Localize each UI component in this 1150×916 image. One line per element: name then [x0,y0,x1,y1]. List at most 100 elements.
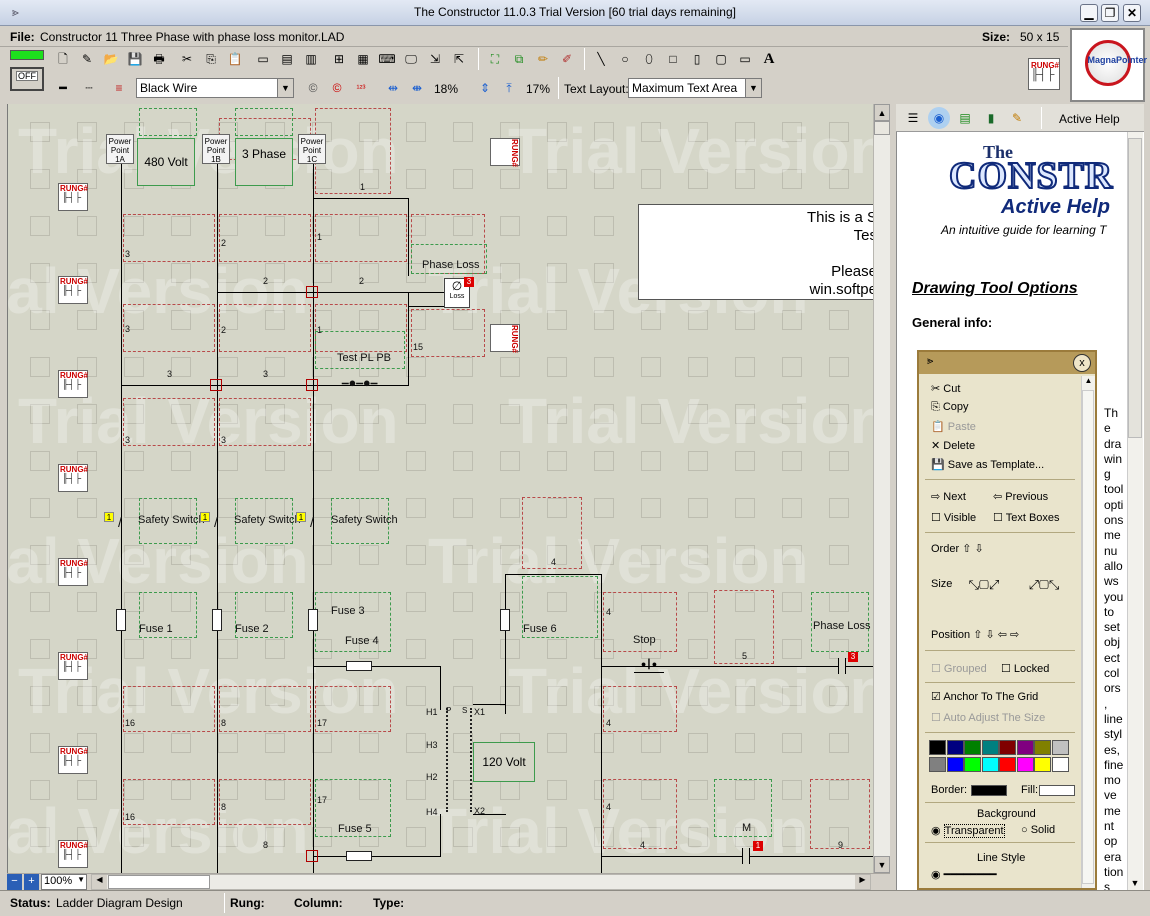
previous-item[interactable]: ⇦ Previous [993,490,1048,503]
rung-marker-vertical[interactable]: RUNG# [490,324,520,353]
help-info-icon[interactable]: ◉ [928,107,950,129]
minimize-button[interactable]: ▁ [1080,4,1098,22]
line-tool-icon[interactable]: ╲ [590,48,612,70]
line-dotted-icon[interactable]: ┈ [78,77,100,99]
layout-2-icon[interactable]: ▤ [276,48,298,70]
rung-marker[interactable]: RUNG# ╟┤├ [58,840,88,868]
transparent-radio[interactable]: ◉ Transparent [931,824,1005,838]
import-icon[interactable]: ⇱ [448,48,470,70]
off-button[interactable]: OFF [10,67,44,91]
trial-notice-box[interactable]: This is a S Tes Please win.softpe [638,204,873,300]
fuse-5-symbol[interactable] [346,851,372,861]
panel-close-icon[interactable]: x [1073,354,1091,372]
cell-box[interactable] [219,214,311,262]
fill-color-swatch[interactable] [1039,785,1075,796]
cell-box[interactable] [315,214,407,262]
help-scrollbar[interactable]: ▼ [1127,132,1143,890]
canvas-vertical-scrollbar[interactable]: ▲ ▼ [873,104,890,873]
rung-marker[interactable]: RUNG# ╟┤├ [58,183,88,211]
line-style-solid-radio[interactable]: ◉ ━━━━━━━━ [931,868,997,881]
pencil-icon[interactable]: ✏ [532,48,554,70]
switch-symbol[interactable]: / [310,514,314,530]
square-tool-icon[interactable]: ▢ [710,48,732,70]
cell-box[interactable] [139,108,197,136]
help-edit-icon[interactable]: ✎ [1006,107,1028,129]
stop-button-symbol[interactable]: ●┃● [634,659,664,673]
cell-box[interactable] [123,214,215,262]
power-point-1b[interactable]: Power Point 1B [202,134,230,164]
solid-radio[interactable]: ○ Solid [1021,824,1055,836]
m-contact-symbol[interactable] [742,848,750,864]
cut-item[interactable]: ✂ Cut [931,382,960,395]
rung-marker[interactable]: RUNG# ╟┤├ [58,652,88,680]
next-item[interactable]: ⇨ Next [931,490,966,503]
print-icon[interactable]: 🖶 [148,48,170,70]
eraser-pencil-icon[interactable]: ✐ [556,48,578,70]
locked-checkbox[interactable]: ☐ Locked [1001,662,1049,675]
ladder-canvas[interactable]: Trial Version Trial Version Trial Versio… [7,104,873,873]
cell-box[interactable] [219,686,311,732]
palette-swatch[interactable] [1016,757,1034,772]
help-page-icon[interactable]: ▤ [954,107,976,129]
canvas-horizontal-scrollbar[interactable]: ◀ ▶ [91,874,871,890]
cut-icon[interactable]: ✂ [176,48,198,70]
palette-swatch[interactable] [946,740,964,755]
border-color-swatch[interactable] [971,785,1007,796]
grouped-checkbox[interactable]: ☐ Grouped [931,662,987,675]
fuse-3-symbol[interactable] [308,609,318,631]
open-folder-icon[interactable]: 📂 [100,48,122,70]
wire-type-select[interactable]: Black Wire ▼ [136,78,294,98]
rung-marker-vertical[interactable]: RUNG# [490,138,520,167]
cell-box[interactable] [219,304,311,352]
voltage-480-box[interactable]: 480 Volt [137,138,195,186]
transformer-symbol[interactable] [446,708,472,812]
palette-swatch[interactable] [1034,757,1051,772]
copyright-gray-icon[interactable]: © [302,77,324,99]
auto-adjust-checkbox[interactable]: ☐ Auto Adjust The Size [931,711,1045,724]
table-icon[interactable]: ▦ [352,48,374,70]
palette-swatch[interactable] [929,757,946,772]
rounded-rect-tool-icon[interactable]: ▯ [686,48,708,70]
copy-icon[interactable]: ⎘ [200,48,222,70]
cell-box[interactable] [810,779,870,849]
layout-1-icon[interactable]: ▭ [252,48,274,70]
voltage-120-box[interactable]: 120 Volt [473,742,535,782]
help-book-icon[interactable]: ▮ [980,107,1002,129]
size-shrink-icon[interactable]: ⤢▢⤡ [1021,562,1067,608]
rung-marker[interactable]: RUNG# ╟┤├ [58,746,88,774]
cell-box[interactable] [315,108,391,194]
close-button[interactable]: ✕ [1123,4,1141,22]
position-left-icon[interactable]: ⇦ [998,629,1007,641]
cell-box[interactable] [219,779,311,825]
paste-item[interactable]: 📋 Paste [931,420,976,433]
visible-checkbox[interactable]: ☐ Visible [931,511,976,524]
palette-swatch[interactable] [999,740,1016,755]
position-down-icon[interactable]: ⇩ [985,629,994,641]
size-grow-icon[interactable]: ⤡▢⤢ [961,562,1007,608]
rung-marker[interactable]: RUNG# ╟┤├ [58,276,88,304]
fuse-2-symbol[interactable] [212,609,222,631]
order-down-icon[interactable]: ⇩ [974,543,983,555]
expand-vertical-icon[interactable]: ⇕ [474,77,496,99]
paste-icon[interactable]: 📋 [224,48,246,70]
zoom-in-button[interactable]: + [24,874,39,890]
monitor-icon[interactable]: 🖵 [400,48,422,70]
cell-box[interactable] [235,108,293,136]
palette-swatch[interactable] [981,757,999,772]
numbering-icon[interactable]: ¹²³ [350,77,372,99]
rung-marker[interactable]: RUNG# ╟┤├ [58,558,88,586]
rung-marker[interactable]: RUNG# ╟┤├ [58,464,88,492]
cell-box[interactable] [219,398,311,446]
palette-swatch[interactable] [946,757,964,772]
cell-box[interactable] [603,779,677,849]
wire-color-icon[interactable]: ≡ [108,77,130,99]
fuse-4-symbol[interactable] [346,661,372,671]
palette-swatch[interactable] [1051,757,1069,772]
copyright-red-icon[interactable]: © [326,77,348,99]
three-phase-box[interactable]: 3 Phase [235,138,293,186]
cell-box[interactable] [123,779,215,825]
text-layout-select[interactable]: Maximum Text Area ▼ [628,78,762,98]
rectangle-tool-icon[interactable]: □ [662,48,684,70]
grid-select-icon[interactable]: ⊞ [328,48,350,70]
help-sidebar-icon[interactable]: ☰ [902,107,924,129]
